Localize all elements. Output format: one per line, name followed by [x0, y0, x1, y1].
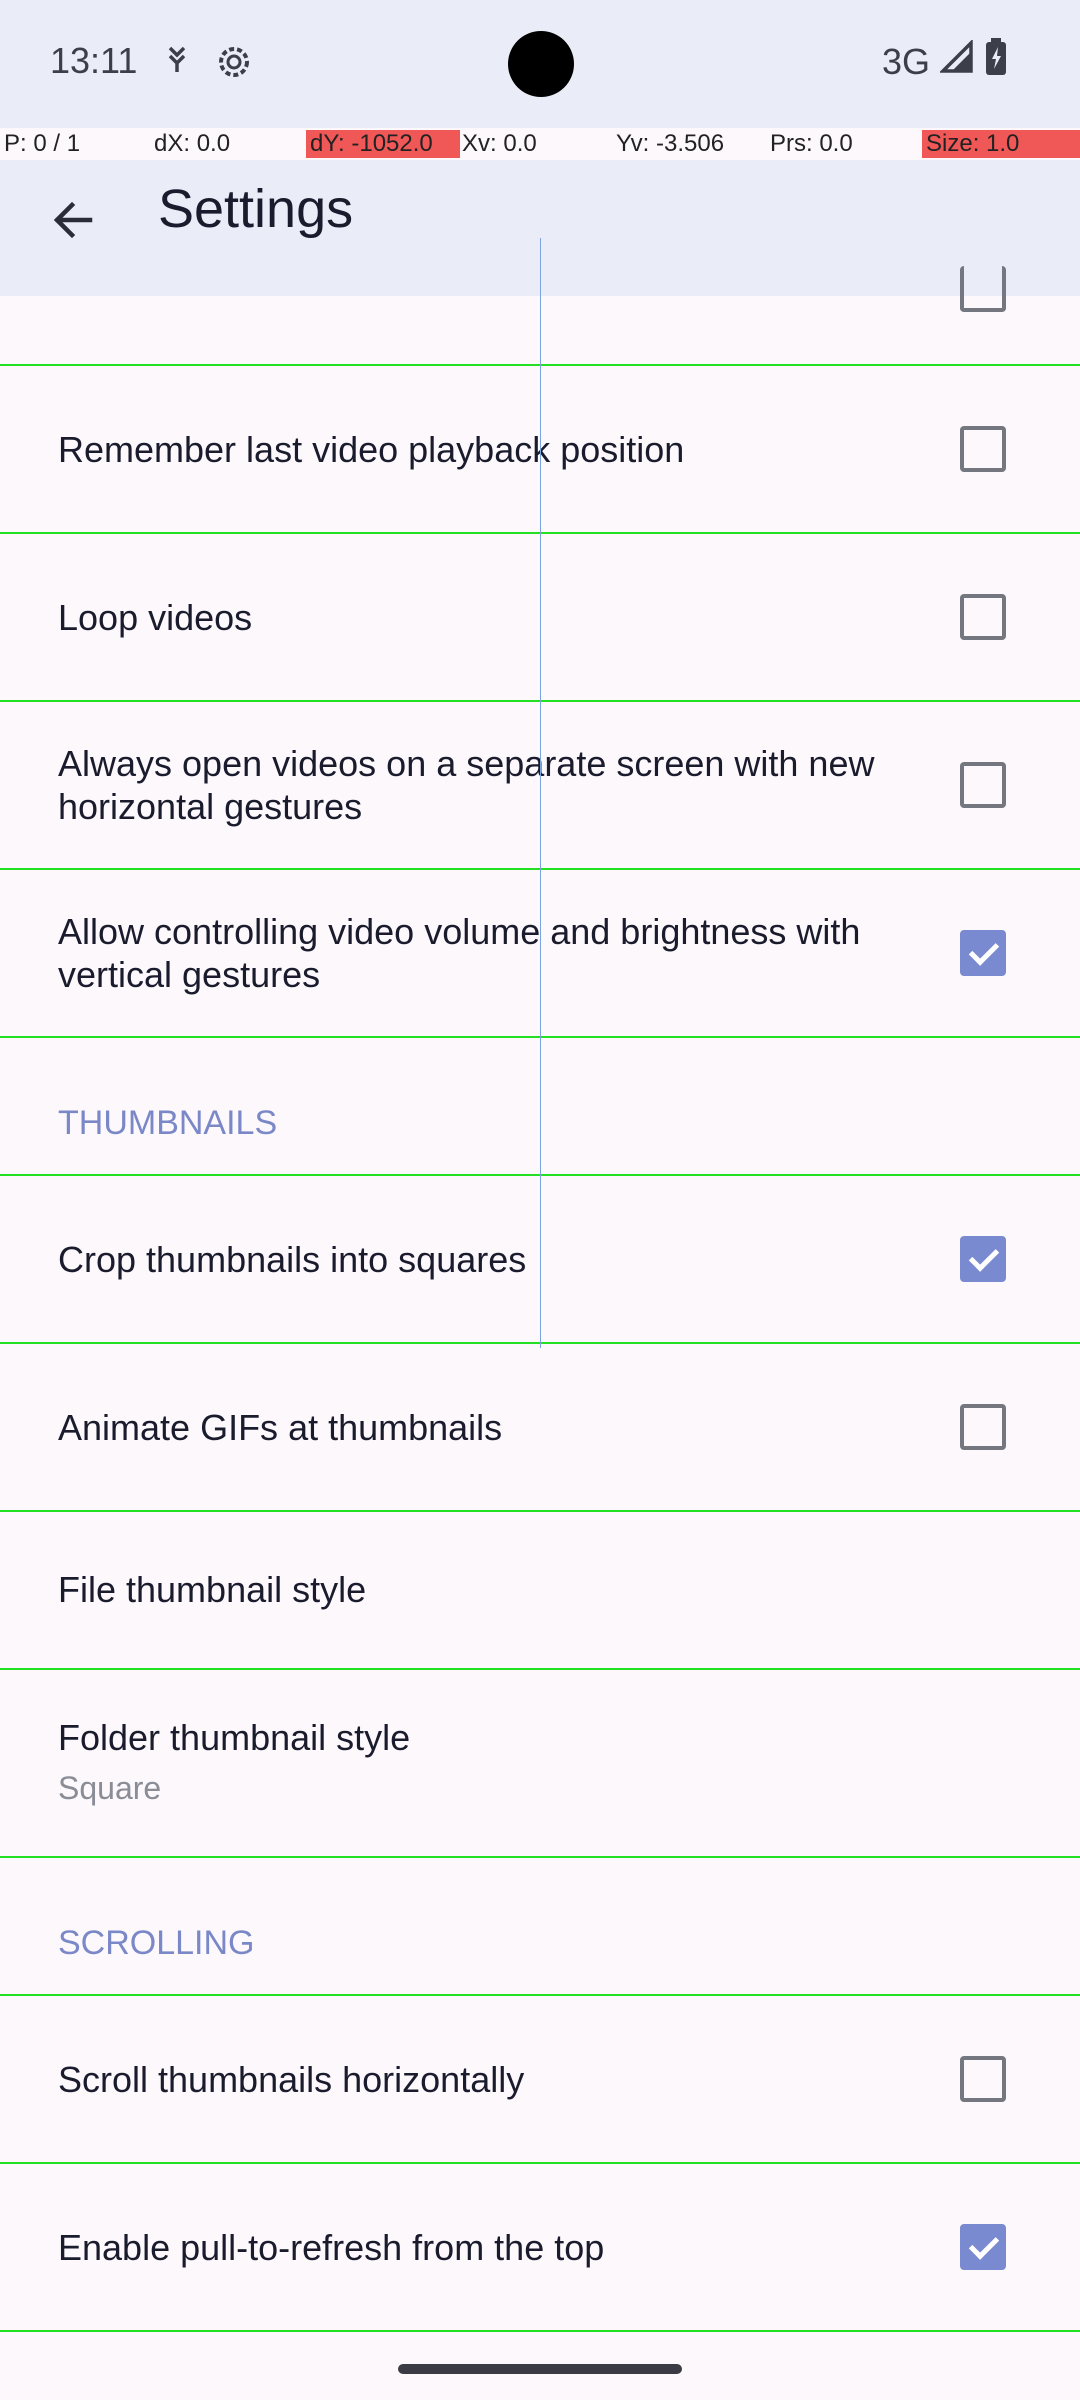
- setting-pull-to-refresh[interactable]: Enable pull-to-refresh from the top: [0, 2162, 1080, 2330]
- battery-icon: [984, 38, 1008, 85]
- scroll-horizontal-checkbox[interactable]: [960, 2056, 1006, 2102]
- pull-to-refresh-checkbox[interactable]: [960, 2224, 1006, 2270]
- back-button[interactable]: [0, 160, 146, 285]
- remember-playback-checkbox[interactable]: [960, 426, 1006, 472]
- debug-xv: Xv: 0.0: [462, 130, 537, 157]
- setting-animate-gifs[interactable]: Animate GIFs at thumbnails: [0, 1342, 1080, 1510]
- settings-gear-icon: [214, 42, 254, 87]
- status-time: 13:11: [50, 40, 138, 81]
- separate-screen-checkbox[interactable]: [960, 762, 1006, 808]
- setting-label: Remember last video playback position: [58, 429, 685, 470]
- crop-thumbnails-checkbox[interactable]: [960, 1236, 1006, 1282]
- section-title: THUMBNAILS: [58, 1104, 278, 1142]
- setting-label: Enable pull-to-refresh from the top: [58, 2227, 605, 2268]
- setting-label: Scroll thumbnails horizontally: [58, 2059, 525, 2100]
- status-bar: 13:11 3G: [0, 0, 1080, 128]
- setting-label: Folder thumbnail style: [58, 1717, 411, 1758]
- setting-label: Loop videos: [58, 597, 253, 638]
- debug-yv: Yv: -3.506: [616, 130, 725, 157]
- vertical-gestures-checkbox[interactable]: [960, 930, 1006, 976]
- setting-label: File thumbnail style: [58, 1569, 367, 1610]
- setting-label: Always open videos on a separate screen …: [58, 743, 875, 827]
- signal-icon: [938, 38, 974, 83]
- setting-file-thumbnail-style[interactable]: File thumbnail style: [0, 1510, 1080, 1668]
- setting-scroll-horizontal[interactable]: Scroll thumbnails horizontally: [0, 1994, 1080, 2162]
- pointer-trace-line: [540, 238, 541, 1348]
- gesture-nav-handle[interactable]: [398, 2364, 682, 2374]
- network-type: 3G: [881, 40, 930, 82]
- debug-dx: dX: 0.0: [154, 130, 231, 157]
- loop-videos-checkbox[interactable]: [960, 594, 1006, 640]
- page-title: Settings: [158, 179, 354, 239]
- pointer-debug-overlay: P: 0 / 1 dX: 0.0 dY: -1052.0 Xv: 0.0 Yv:…: [0, 128, 1080, 160]
- camera-cutout: [508, 31, 574, 97]
- setting-label: Allow controlling video volume and brigh…: [58, 911, 861, 995]
- debug-size: Size: 1.0: [922, 130, 1080, 158]
- debug-pointer: P: 0 / 1: [4, 130, 81, 157]
- debug-prs: Prs: 0.0: [770, 130, 853, 157]
- setting-value: Square: [58, 1770, 162, 1806]
- section-header-scrolling: SCROLLING: [0, 1856, 1080, 1994]
- animate-gifs-checkbox[interactable]: [960, 1404, 1006, 1450]
- setting-folder-thumbnail-style[interactable]: Folder thumbnail style Square: [0, 1668, 1080, 1856]
- arrow-back-icon: [48, 195, 98, 250]
- notification-icon: [160, 42, 194, 81]
- setting-label: Crop thumbnails into squares: [58, 1239, 527, 1280]
- status-right: 3G: [882, 38, 1008, 85]
- debug-dy: dY: -1052.0: [306, 130, 460, 158]
- setting-label: Animate GIFs at thumbnails: [58, 1407, 503, 1448]
- section-title: SCROLLING: [58, 1924, 255, 1962]
- partial-checkbox[interactable]: [960, 266, 1006, 312]
